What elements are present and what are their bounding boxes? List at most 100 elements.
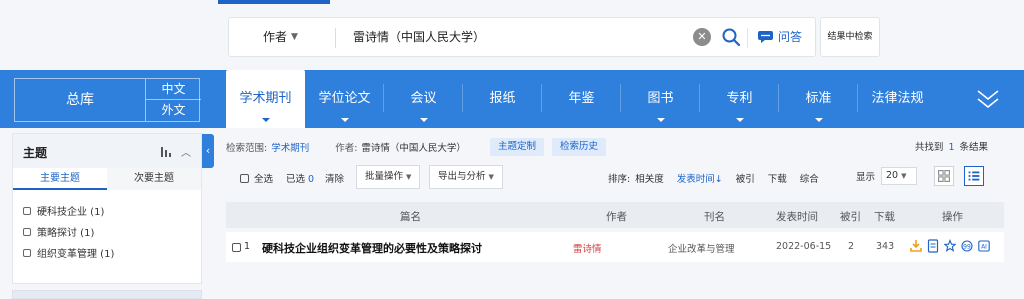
search-box[interactable]: 作者 ▼ 雷诗情（中国人民大学） ✕ 问答 xyxy=(228,17,816,57)
scope-value[interactable]: 学术期刊 xyxy=(271,140,309,154)
cited-count[interactable]: 2 xyxy=(848,241,854,252)
expand-more-icon[interactable] xyxy=(974,86,1002,112)
tab-yearbooks[interactable]: 年鉴 xyxy=(542,70,621,128)
tab-dissertations[interactable]: 学位论文 xyxy=(305,70,384,128)
tab-laws[interactable]: 法律法规 xyxy=(858,70,937,128)
search-field-select[interactable]: 作者 ▼ xyxy=(263,28,298,45)
facet-item[interactable]: 硬科技企业 (1) xyxy=(23,200,114,221)
caret-down-icon xyxy=(814,118,823,122)
journal-link[interactable]: 企业改革与管理 xyxy=(668,241,735,255)
grid-view-icon[interactable] xyxy=(934,166,954,186)
tab-secondary-topic[interactable]: 次要主题 xyxy=(107,168,201,190)
star-icon[interactable] xyxy=(944,239,956,253)
clear-selection-button[interactable]: 清除 xyxy=(325,171,344,185)
caret-down-icon xyxy=(419,118,428,122)
caret-down-icon: ▼ xyxy=(488,173,494,181)
download-icon[interactable] xyxy=(910,239,922,253)
sort-cited[interactable]: 被引 xyxy=(736,171,755,185)
checkbox[interactable] xyxy=(23,227,31,236)
svg-text:99: 99 xyxy=(963,243,971,250)
db-chinese-button[interactable]: 中文 xyxy=(145,79,201,100)
selected-label: 已选 xyxy=(286,174,306,185)
facet-item-label: 硬科技企业 (1) xyxy=(37,207,105,218)
col-ops: 操作 xyxy=(942,211,963,223)
svg-text:AI: AI xyxy=(981,244,987,251)
col-date: 发表时间 xyxy=(776,211,818,223)
caret-down-icon: ▼ xyxy=(291,31,298,42)
tab-books[interactable]: 图书 xyxy=(621,70,700,128)
bar-chart-icon[interactable] xyxy=(161,147,173,157)
tab-label: 标准 xyxy=(805,91,832,106)
result-count: 共找到 1 条结果 xyxy=(915,139,988,153)
qa-button[interactable]: 问答 xyxy=(757,28,802,45)
search-within-button[interactable]: 结果中检索 xyxy=(820,17,880,57)
quote-icon[interactable]: 99 xyxy=(961,239,973,253)
sort-download[interactable]: 下载 xyxy=(768,171,787,185)
page-size: 显示 20 ▼ xyxy=(856,167,918,185)
col-author: 作者 xyxy=(606,211,627,223)
divider xyxy=(335,28,336,48)
download-count: 343 xyxy=(876,241,895,252)
facet-item[interactable]: 组织变革管理 (1) xyxy=(23,242,114,263)
scope-author-value: 雷诗情（中国人民大学） xyxy=(361,143,466,154)
chevron-up-icon[interactable]: ︿ xyxy=(181,144,191,159)
tab-label: 学位论文 xyxy=(318,91,371,106)
clear-icon[interactable]: ✕ xyxy=(693,28,711,46)
tab-conferences[interactable]: 会议 xyxy=(384,70,463,128)
table-header: 篇名 作者 刊名 发表时间 被引 下载 操作 xyxy=(226,202,1004,228)
facet-item[interactable]: 策略探讨 (1) xyxy=(23,221,114,242)
selected-count: 已选 0 xyxy=(286,171,314,185)
table-row: 1 硬科技企业组织变革管理的必要性及策略探讨 雷诗情 企业改革与管理 2022-… xyxy=(226,232,1004,262)
facet-title: 主题 xyxy=(23,146,48,160)
article-title-link[interactable]: 硬科技企业组织变革管理的必要性及策略探讨 xyxy=(262,240,482,256)
facet-header: 主题 ︿ xyxy=(13,134,201,168)
divider xyxy=(747,28,748,48)
checkbox[interactable] xyxy=(240,173,249,183)
results-toolbar: 全选 已选 0 清除 批量操作 ▼ 导出与分析 ▼ 排序: 相关度 发表时间↓ 被引… xyxy=(226,165,1006,191)
tab-label: 图书 xyxy=(647,91,674,106)
ai-icon[interactable]: AI xyxy=(978,239,990,253)
search-input[interactable]: 雷诗情（中国人民大学） xyxy=(353,28,485,45)
caret-down-icon: ▼ xyxy=(406,173,412,181)
row-checkbox[interactable] xyxy=(232,243,241,252)
select-all-checkbox[interactable]: 全选 xyxy=(240,171,273,185)
select-all-label: 全选 xyxy=(254,174,274,185)
tab-newspapers[interactable]: 报纸 xyxy=(463,70,542,128)
search-scope: 检索范围: 学术期刊 作者: 雷诗情（中国人民大学） 主题定制 检索历史 xyxy=(226,138,614,156)
col-cited: 被引 xyxy=(840,211,861,223)
author-link[interactable]: 雷诗情 xyxy=(573,241,602,255)
tab-label: 报纸 xyxy=(489,91,516,106)
search-field-label: 作者 xyxy=(263,30,288,44)
search-icon[interactable] xyxy=(721,27,741,47)
sort-composite[interactable]: 综合 xyxy=(800,171,819,185)
sort-label: 排序: xyxy=(608,174,631,185)
db-all-button[interactable]: 总库 xyxy=(15,79,145,121)
facet-item-label: 组织变革管理 (1) xyxy=(37,249,115,260)
page-size-select[interactable]: 20 ▼ xyxy=(881,167,918,185)
scope-label: 检索范围: xyxy=(226,143,268,154)
db-foreign-button[interactable]: 外文 xyxy=(145,100,201,121)
collapse-sidebar-icon[interactable]: ‹ xyxy=(202,134,214,168)
facet-item-label: 策略探讨 (1) xyxy=(37,228,95,239)
facet-list: 硬科技企业 (1) 策略探讨 (1) 组织变革管理 (1) xyxy=(23,200,114,263)
col-journal: 刊名 xyxy=(704,211,725,223)
facet-sidebar: 主题 ︿ 主要主题 次要主题 硬科技企业 (1) 策略探讨 (1) 组织变革管理… xyxy=(12,133,202,284)
tab-patents[interactable]: 专利 xyxy=(700,70,779,128)
export-analysis-button[interactable]: 导出与分析 ▼ xyxy=(429,165,503,189)
batch-operation-button[interactable]: 批量操作 ▼ xyxy=(356,165,421,189)
html-read-icon[interactable] xyxy=(927,239,939,253)
list-view-icon[interactable] xyxy=(964,166,984,186)
search-history-button[interactable]: 检索历史 xyxy=(551,138,606,156)
next-facet-panel xyxy=(12,290,202,299)
tab-standards[interactable]: 标准 xyxy=(779,70,858,128)
checkbox[interactable] xyxy=(23,206,31,215)
tab-label: 法律法规 xyxy=(871,91,924,106)
sort-relevance[interactable]: 相关度 xyxy=(635,171,664,185)
tab-main-topic[interactable]: 主要主题 xyxy=(13,168,107,190)
topic-custom-button[interactable]: 主题定制 xyxy=(489,138,544,156)
tab-journals[interactable]: 学术期刊 xyxy=(226,70,305,128)
checkbox[interactable] xyxy=(23,248,31,257)
nav-tabs: 学术期刊 学位论文 会议 报纸 年鉴 图书 专利 标准 法律法规 xyxy=(226,70,937,128)
sort-date[interactable]: 发表时间↓ xyxy=(677,171,723,185)
tab-label: 专利 xyxy=(726,91,753,106)
